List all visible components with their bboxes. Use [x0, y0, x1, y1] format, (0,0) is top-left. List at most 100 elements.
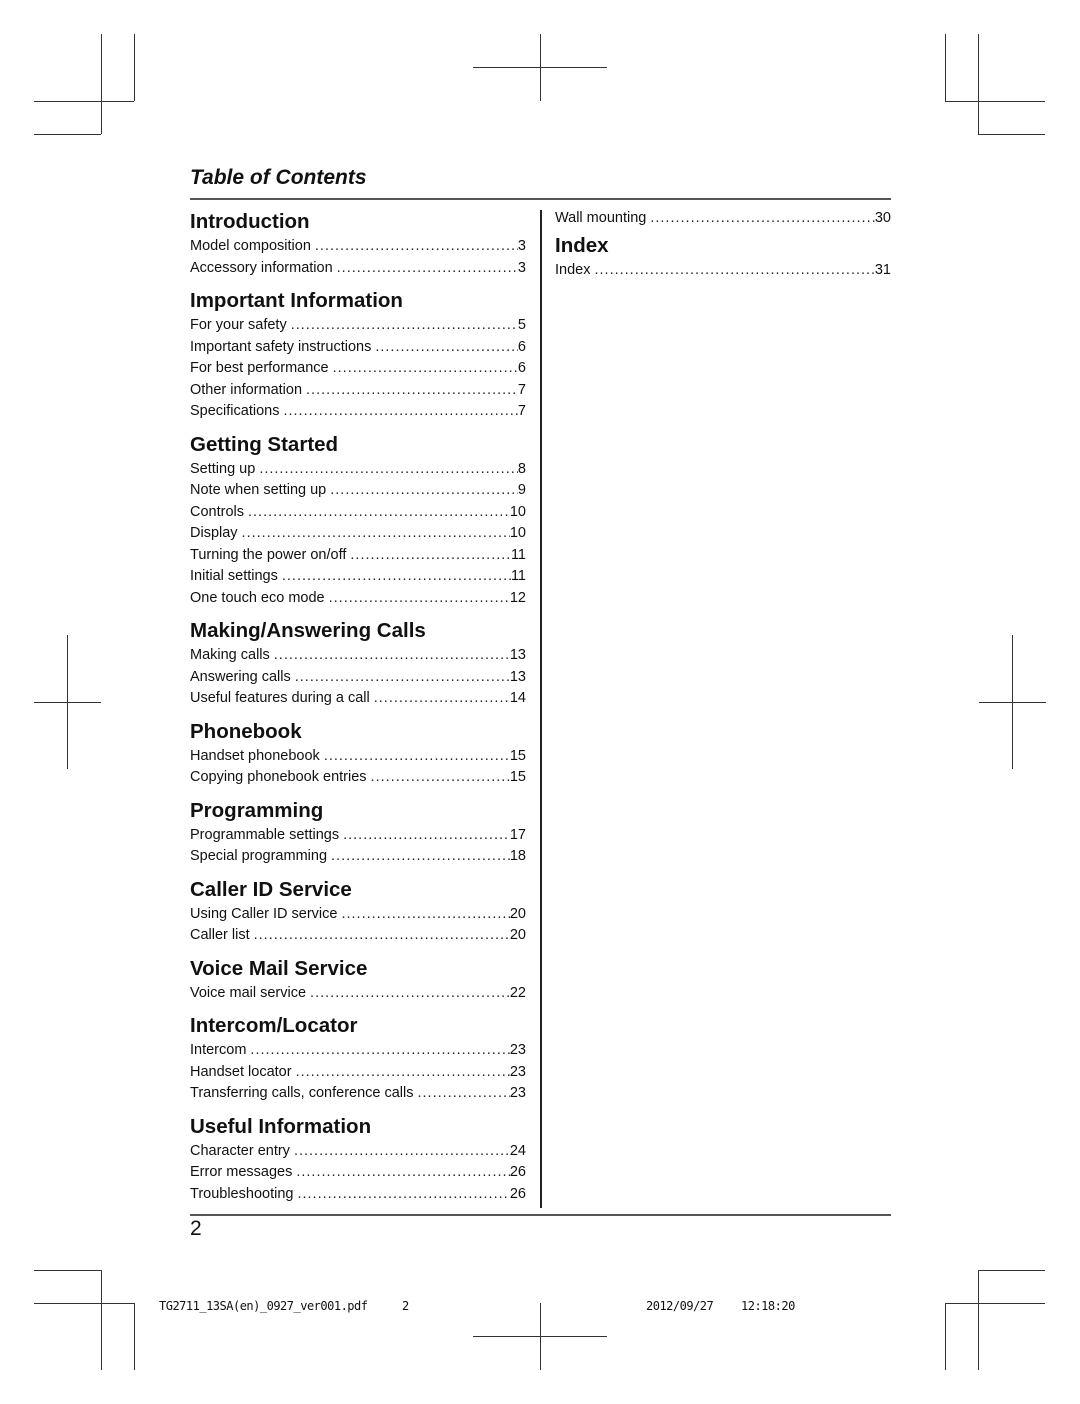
toc-entry[interactable]: Wall mounting 30 — [555, 208, 891, 230]
leader-dots — [254, 925, 510, 947]
toc-entry[interactable]: Initial settings 11 — [190, 566, 526, 588]
toc-entry[interactable]: Important safety instructions 6 — [190, 337, 526, 359]
section-heading[interactable]: Phonebook — [190, 718, 526, 746]
toc-section: ProgrammingProgrammable settings 17 Specia… — [190, 797, 526, 868]
section-heading[interactable]: Useful Information — [190, 1113, 526, 1141]
toc-entry-page: 23 — [509, 1063, 526, 1080]
toc-entry-page: 24 — [509, 1142, 526, 1159]
toc-entry[interactable]: Useful features during a call 14 — [190, 688, 526, 710]
section-heading[interactable]: Making/Answering Calls — [190, 617, 526, 645]
toc-entry-label: Specifications — [190, 403, 280, 419]
toc-entry-label: Special programming — [190, 848, 328, 864]
leader-dots — [283, 401, 517, 423]
toc-section: IntroductionModel composition3Accessory … — [190, 208, 526, 279]
section-heading[interactable]: Programming — [190, 797, 526, 825]
leader-dots — [291, 315, 518, 337]
toc-entry-label: Voice mail service — [190, 984, 307, 1001]
toc-entry-page: 6 — [517, 338, 526, 355]
leader-dots — [296, 1162, 510, 1184]
toc-entry[interactable]: Error messages 26 — [190, 1162, 526, 1184]
toc-entry-label: Accessory information — [190, 259, 333, 276]
section-heading[interactable]: Index — [555, 232, 891, 260]
section-heading[interactable]: Introduction — [190, 208, 526, 236]
leader-dots — [296, 1062, 510, 1084]
toc-right-column: Wall mounting 30 IndexIndex31 — [555, 208, 891, 289]
toc-entry[interactable]: Index 31 — [555, 260, 891, 282]
toc-entry[interactable]: Caller list 20 — [190, 925, 526, 947]
toc-entry-page: 22 — [509, 984, 526, 1001]
toc-entry-page: 18 — [509, 848, 526, 864]
leader-dots — [330, 480, 518, 502]
toc-section: Voice Mail ServiceVoice mail service 22 — [190, 955, 526, 1005]
toc-entry-label: Programmable settings — [190, 826, 340, 843]
toc-entry[interactable]: Making calls 13 — [190, 645, 526, 667]
leader-dots — [242, 523, 510, 545]
toc-entry[interactable]: Display 10 — [190, 523, 526, 545]
toc-entry[interactable]: Other information 7 — [190, 380, 526, 402]
toc-entry[interactable]: Special programming 18 — [190, 846, 526, 868]
leader-dots — [375, 337, 518, 359]
title-divider — [190, 198, 891, 200]
toc-entry-label: Initial settings — [190, 568, 278, 584]
page-title: Table of Contents — [190, 166, 367, 189]
toc-entry-label: Error messages — [190, 1164, 293, 1180]
toc-entry[interactable]: Answering calls 13 — [190, 667, 526, 689]
toc-entry[interactable]: Model composition 3 — [190, 236, 526, 258]
toc-entry-label: One touch eco mode — [190, 589, 325, 606]
toc-entry-page: 5 — [517, 317, 526, 333]
toc-entry-label: Copying phonebook entries — [190, 769, 367, 785]
toc-entry[interactable]: Character entry 24 — [190, 1141, 526, 1163]
page-number: 2 — [190, 1217, 202, 1240]
toc-entry[interactable]: Note when setting up 9 — [190, 480, 526, 502]
footer-divider — [190, 1214, 891, 1216]
section-heading[interactable]: Caller ID Service — [190, 876, 526, 904]
toc-entry-page: 9 — [517, 482, 526, 498]
toc-entry-page: 7 — [517, 381, 526, 398]
section-heading[interactable]: Getting Started — [190, 431, 526, 459]
leader-dots — [259, 459, 518, 481]
toc-entry[interactable]: Setting up 8 — [190, 459, 526, 481]
toc-entry-page: 15 — [509, 769, 526, 785]
toc-entry[interactable]: Programmable settings 17 — [190, 825, 526, 847]
leader-dots — [374, 688, 510, 710]
toc-entry[interactable]: For your safety 5 — [190, 315, 526, 337]
toc-entry-label: Useful features during a call — [190, 690, 370, 706]
toc-entry-label: Character entry — [190, 1142, 290, 1159]
toc-entry[interactable]: Troubleshooting 26 — [190, 1184, 526, 1206]
toc-entry-label: Setting up — [190, 460, 256, 477]
toc-entry[interactable]: Intercom 23 — [190, 1040, 526, 1062]
toc-entry[interactable]: Accessory information 3 — [190, 258, 526, 280]
toc-entry-label: Using Caller ID service — [190, 905, 338, 922]
toc-entry[interactable]: Transferring calls, conference calls 23 — [190, 1083, 526, 1105]
section-heading[interactable]: Voice Mail Service — [190, 955, 526, 983]
leader-dots — [282, 566, 511, 588]
toc-entry[interactable]: Handset phonebook 15 — [190, 746, 526, 768]
print-footer-date: 2012/09/27 — [646, 1299, 714, 1313]
toc-section: Important Information For your safety 5 Imp… — [190, 287, 526, 423]
toc-entry-page: 10 — [509, 503, 526, 520]
toc-entry[interactable]: Voice mail service 22 — [190, 983, 526, 1005]
toc-entry[interactable]: Turning the power on/off 11 — [190, 545, 526, 567]
toc-entry[interactable]: Copying phonebook entries 15 — [190, 767, 526, 789]
toc-entry-label: Handset phonebook — [190, 747, 320, 764]
leader-dots — [324, 746, 510, 768]
toc-entry[interactable]: One touch eco mode 12 — [190, 588, 526, 610]
toc-entry-page: 20 — [509, 927, 526, 943]
toc-entry-page: 3 — [517, 238, 526, 254]
leader-dots — [371, 767, 510, 789]
section-heading[interactable]: Important Information — [190, 287, 526, 315]
toc-entry[interactable]: Controls 10 — [190, 502, 526, 524]
toc-left-column: IntroductionModel composition3Accessory … — [190, 208, 526, 1213]
toc-entry[interactable]: For best performance 6 — [190, 358, 526, 380]
toc-section: Making/Answering CallsMaking calls13Answ… — [190, 617, 526, 710]
toc-entry-page: 15 — [509, 747, 526, 764]
toc-entry[interactable]: Using Caller ID service 20 — [190, 904, 526, 926]
toc-entry[interactable]: Specifications 7 — [190, 401, 526, 423]
leader-dots — [295, 667, 510, 689]
toc-entry-label: Caller list — [190, 927, 250, 943]
leader-dots — [329, 588, 510, 610]
toc-entry-page: 13 — [509, 668, 526, 685]
toc-entry[interactable]: Handset locator 23 — [190, 1062, 526, 1084]
toc-entry-page: 3 — [517, 259, 526, 276]
section-heading[interactable]: Intercom/Locator — [190, 1012, 526, 1040]
